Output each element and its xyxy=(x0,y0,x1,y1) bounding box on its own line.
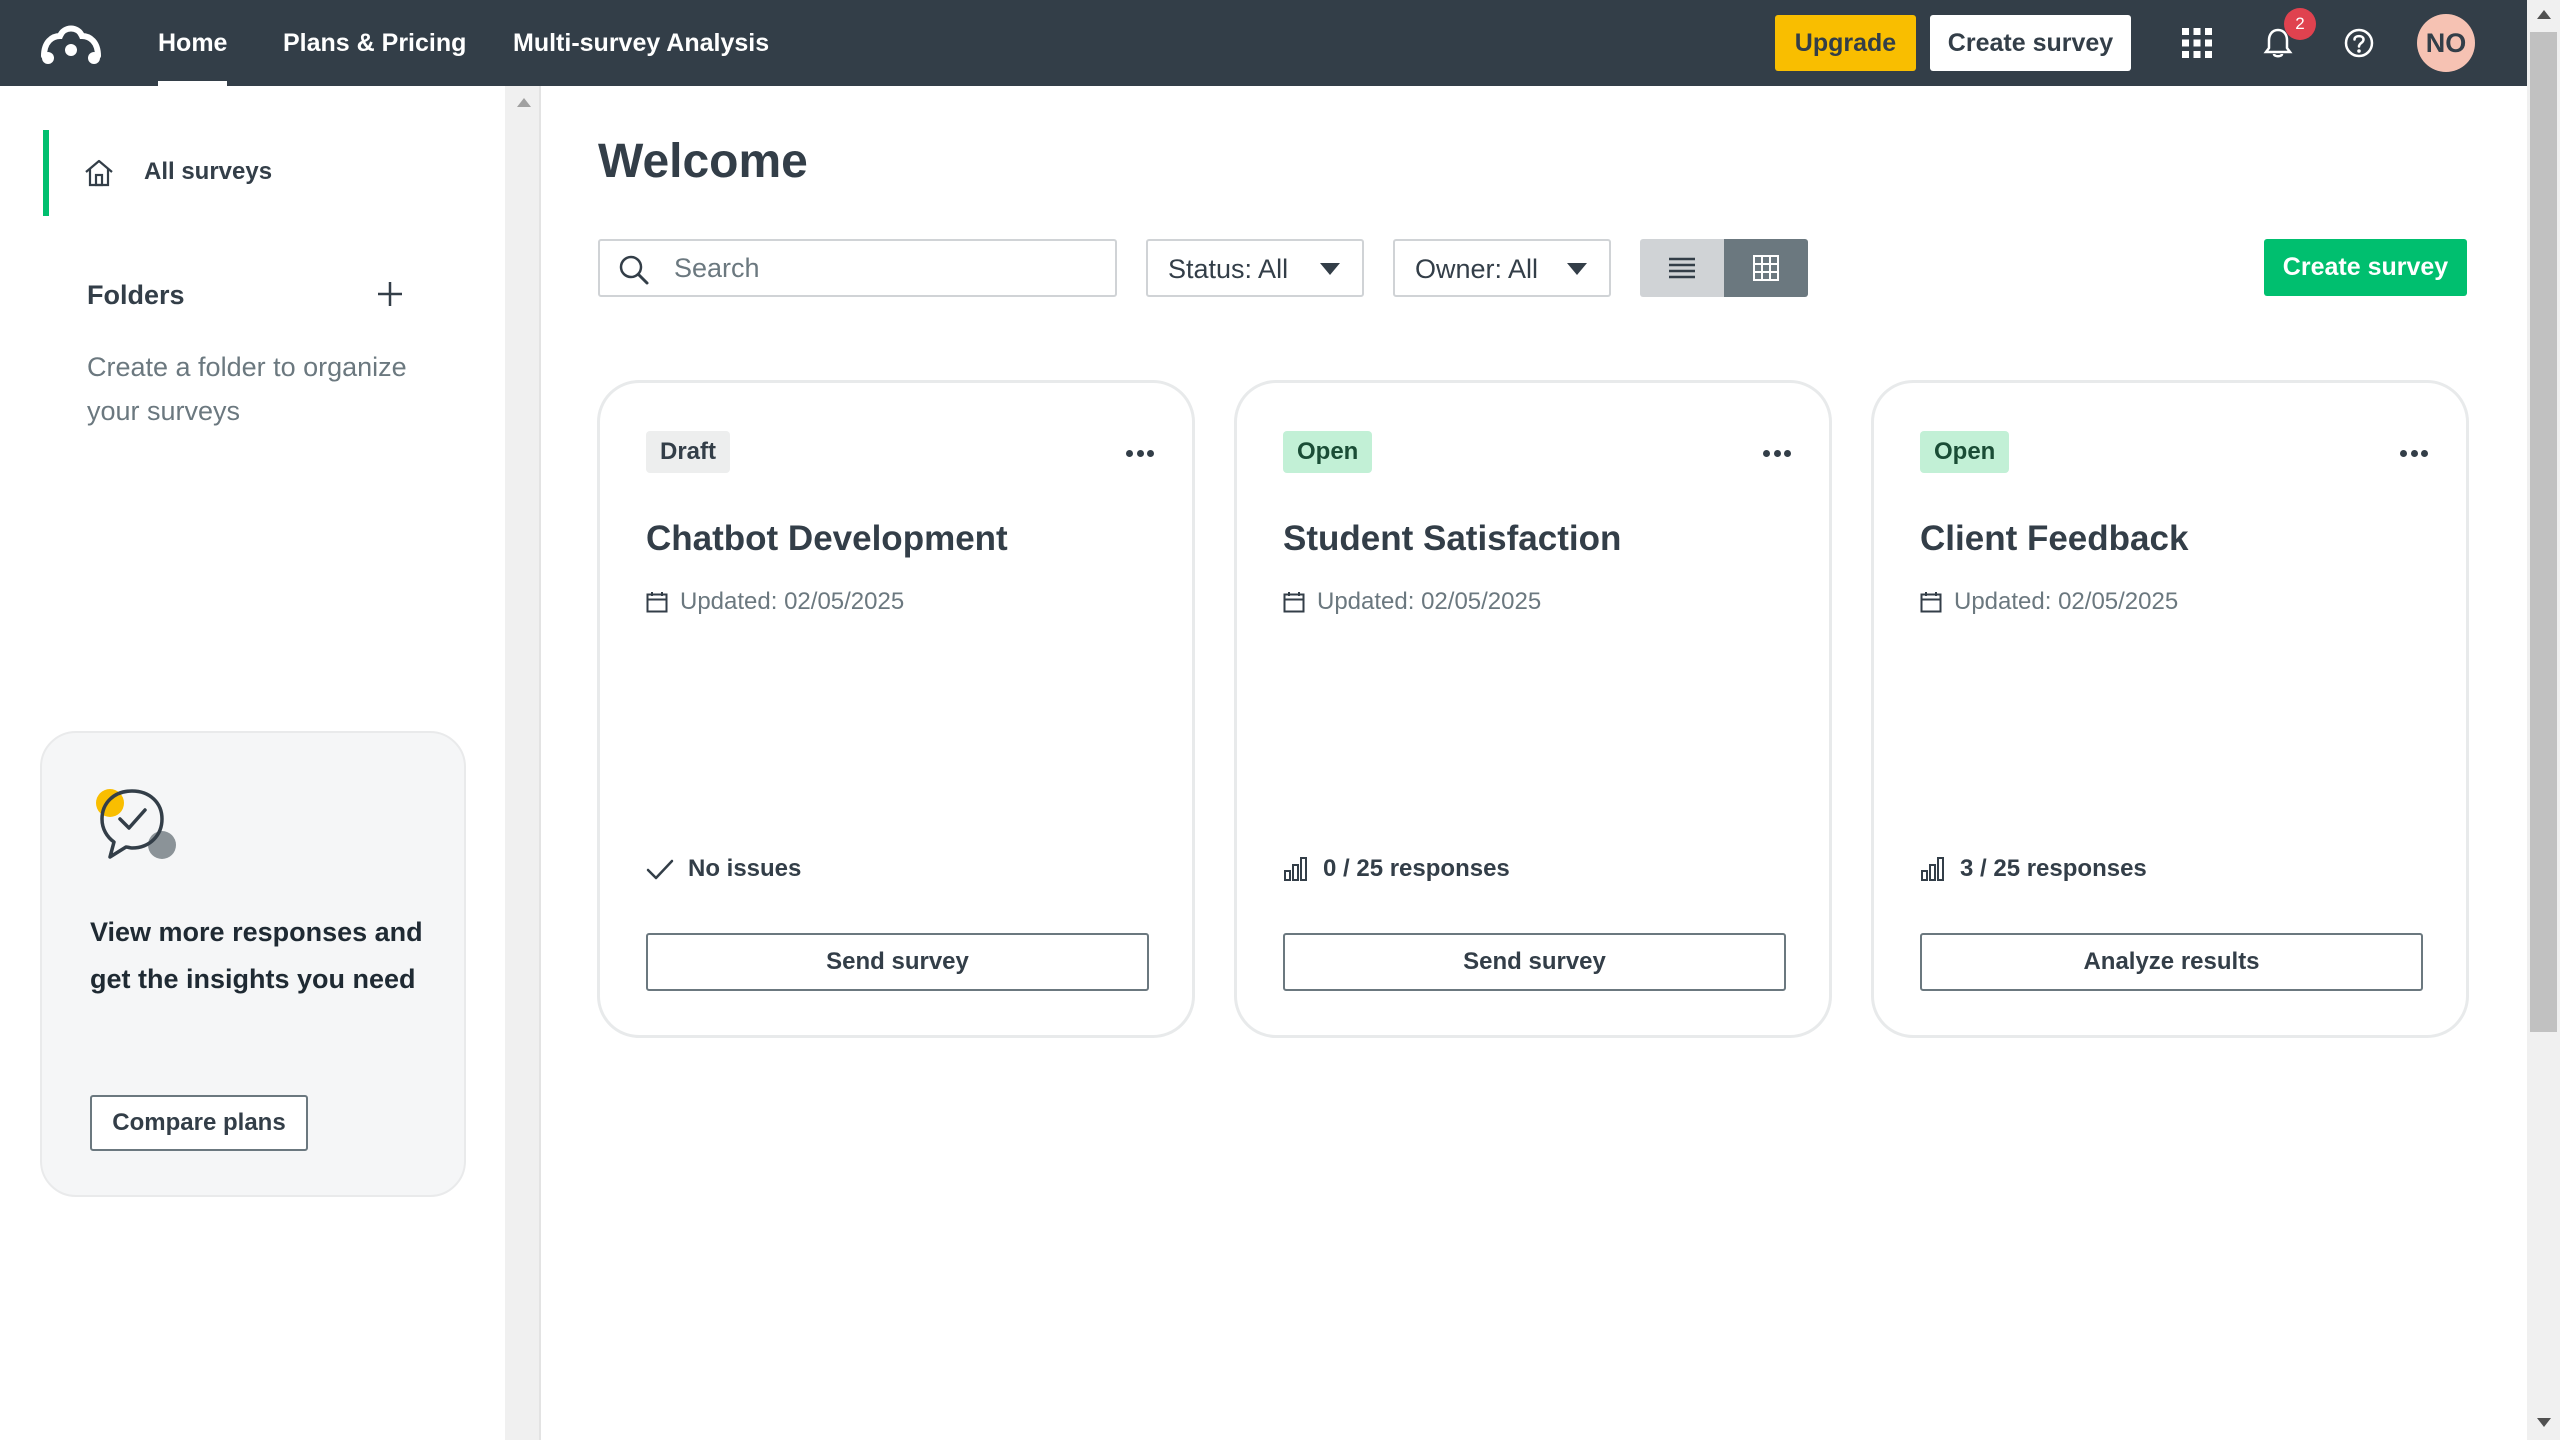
survey-updated: Updated: 02/05/2025 xyxy=(1920,588,2178,616)
user-avatar[interactable]: NO xyxy=(2417,14,2475,72)
scroll-up-arrow[interactable] xyxy=(517,98,531,107)
compare-plans-button[interactable]: Compare plans xyxy=(90,1095,308,1151)
survey-updated: Updated: 02/05/2025 xyxy=(646,588,904,616)
stat-text: 3 / 25 responses xyxy=(1960,855,2147,882)
nav-plans-pricing[interactable]: Plans & Pricing xyxy=(283,0,466,86)
promo-text: View more responses and get the insights… xyxy=(90,917,423,994)
top-navigation: Home Plans & Pricing Multi-survey Analys… xyxy=(0,0,2527,86)
calendar-icon xyxy=(1920,592,1942,613)
owner-filter-dropdown[interactable]: Owner: All xyxy=(1393,239,1611,297)
status-filter-label: Status: All xyxy=(1168,254,1289,284)
bar-chart-icon xyxy=(1921,857,1944,881)
search-input[interactable] xyxy=(674,247,1094,289)
folders-heading: Folders xyxy=(87,280,185,310)
updated-text: Updated: 02/05/2025 xyxy=(680,588,905,615)
more-icon[interactable] xyxy=(1757,443,1797,463)
search-box[interactable] xyxy=(598,239,1117,297)
upgrade-promo-card: View more responses and get the insights… xyxy=(40,731,466,1197)
upgrade-button[interactable]: Upgrade xyxy=(1775,15,1916,71)
search-icon xyxy=(619,255,649,285)
logo-icon[interactable] xyxy=(38,18,104,66)
home-icon xyxy=(85,159,113,187)
nav-multi-survey-analysis[interactable]: Multi-survey Analysis xyxy=(513,0,769,86)
stat-text: No issues xyxy=(688,855,802,882)
scroll-down-arrow[interactable] xyxy=(2537,1418,2551,1427)
calendar-icon xyxy=(1283,592,1305,613)
scroll-up-arrow[interactable] xyxy=(2537,10,2551,19)
list-view-icon xyxy=(1669,257,1695,279)
caret-down-icon xyxy=(1567,263,1587,275)
survey-title[interactable]: Student Satisfaction xyxy=(1283,519,1621,559)
create-survey-button[interactable]: Create survey xyxy=(2264,239,2467,296)
caret-down-icon xyxy=(1320,263,1340,275)
sidebar-item-all-surveys[interactable]: All surveys xyxy=(43,130,473,216)
help-icon[interactable] xyxy=(2338,22,2380,64)
plus-icon[interactable] xyxy=(372,276,408,312)
updated-text: Updated: 02/05/2025 xyxy=(1317,588,1542,615)
create-survey-nav-button[interactable]: Create survey xyxy=(1930,15,2131,71)
grid-view-toggle[interactable] xyxy=(1724,239,1808,297)
more-icon[interactable] xyxy=(2394,443,2434,463)
scrollbar-thumb[interactable] xyxy=(2530,32,2557,1032)
apps-grid-icon[interactable] xyxy=(2176,22,2218,64)
stat-text: 0 / 25 responses xyxy=(1323,855,1510,882)
survey-title[interactable]: Client Feedback xyxy=(1920,519,2188,559)
folders-empty-hint: Create a folder to organize your surveys xyxy=(87,352,407,426)
survey-title[interactable]: Chatbot Development xyxy=(646,519,1008,559)
survey-stat: No issues xyxy=(646,855,801,883)
sidebar-item-label: All surveys xyxy=(144,158,273,185)
owner-filter-label: Owner: All xyxy=(1415,254,1539,284)
page-scrollbar[interactable] xyxy=(2527,0,2560,1440)
notification-badge: 2 xyxy=(2284,8,2316,40)
survey-stat: 3 / 25 responses xyxy=(1920,855,2147,883)
bar-chart-icon xyxy=(1284,857,1307,881)
status-badge: Draft xyxy=(646,431,731,473)
survey-card[interactable]: Open Student Satisfaction Updated: 02/05… xyxy=(1234,380,1832,1038)
survey-updated: Updated: 02/05/2025 xyxy=(1283,588,1541,616)
page-title: Welcome xyxy=(598,135,808,188)
analyze-results-button[interactable]: Analyze results xyxy=(1920,933,2423,991)
list-view-toggle[interactable] xyxy=(1640,239,1724,297)
send-survey-button[interactable]: Send survey xyxy=(1283,933,1786,991)
survey-card[interactable]: Draft Chatbot Development Updated: 02/05… xyxy=(597,380,1195,1038)
sidebar-scrollbar[interactable] xyxy=(505,86,541,1440)
chat-check-icon xyxy=(96,789,176,859)
active-indicator xyxy=(43,130,49,216)
status-badge: Open xyxy=(1920,431,2010,473)
status-badge: Open xyxy=(1283,431,1373,473)
survey-card[interactable]: Open Client Feedback Updated: 02/05/2025… xyxy=(1871,380,2469,1038)
updated-text: Updated: 02/05/2025 xyxy=(1954,588,2179,615)
status-filter-dropdown[interactable]: Status: All xyxy=(1146,239,1364,297)
survey-stat: 0 / 25 responses xyxy=(1283,855,1510,883)
send-survey-button[interactable]: Send survey xyxy=(646,933,1149,991)
check-icon xyxy=(646,859,674,880)
more-icon[interactable] xyxy=(1120,443,1160,463)
calendar-icon xyxy=(646,592,668,613)
nav-home[interactable]: Home xyxy=(158,0,228,86)
grid-view-icon xyxy=(1753,255,1779,281)
